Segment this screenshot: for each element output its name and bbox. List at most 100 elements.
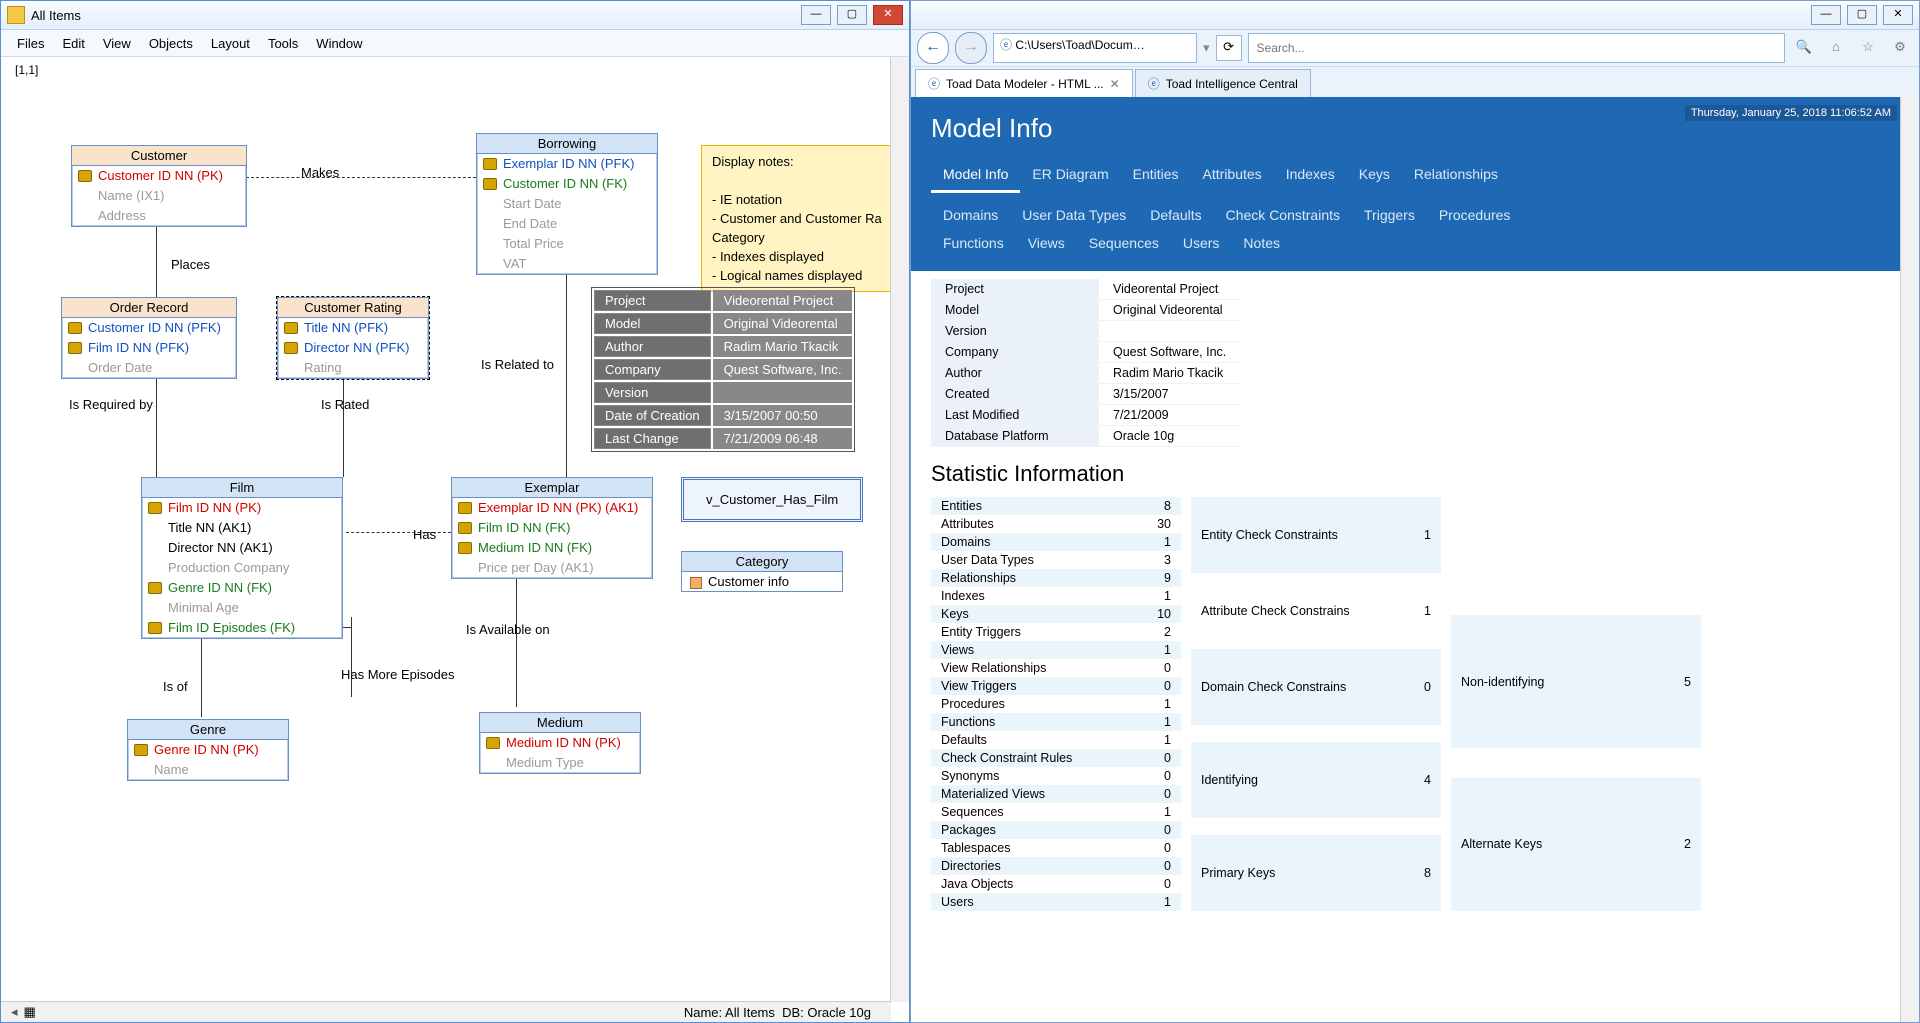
- vertical-scrollbar[interactable]: [890, 57, 909, 1002]
- rel-avail: Is Available on: [466, 622, 550, 637]
- entity-attr: Minimal Age: [142, 598, 342, 618]
- maximize-button[interactable]: ▢: [1847, 5, 1877, 25]
- entity-attr: Customer ID NN (PK): [72, 166, 246, 186]
- back-button[interactable]: ←: [917, 32, 949, 64]
- vertical-scrollbar[interactable]: [1900, 97, 1919, 1022]
- nav-tab[interactable]: Procedures: [1427, 201, 1523, 229]
- menu-files[interactable]: Files: [9, 33, 52, 54]
- entity-title: Customer: [72, 146, 246, 166]
- entity-attr: Director NN (PFK): [278, 338, 428, 358]
- horizontal-scrollbar[interactable]: ◂ ▦ Name: All Items DB: Oracle 10g: [1, 1001, 891, 1022]
- entity-genre[interactable]: GenreGenre ID NN (PK)Name: [127, 719, 289, 781]
- nav-tab[interactable]: Keys: [1347, 158, 1402, 193]
- nav-tab[interactable]: User Data Types: [1010, 201, 1138, 229]
- rel-required: Is Required by: [69, 397, 153, 412]
- close-tab-icon[interactable]: ✕: [1110, 77, 1120, 91]
- nav-tab[interactable]: Views: [1016, 229, 1077, 257]
- entity-attr: Total Price: [477, 234, 657, 254]
- nav-tab[interactable]: Functions: [931, 229, 1016, 257]
- nav-tab[interactable]: Relationships: [1402, 158, 1510, 193]
- window-title: All Items: [31, 8, 801, 23]
- menu-edit[interactable]: Edit: [54, 33, 92, 54]
- entity-attr: Genre ID NN (FK): [142, 578, 342, 598]
- entity-film[interactable]: FilmFilm ID NN (PK)Title NN (AK1)Directo…: [141, 477, 343, 639]
- close-button[interactable]: ✕: [873, 5, 903, 25]
- stats-col-c: Non-identifying5Alternate Keys2: [1451, 497, 1701, 911]
- entity-attr: Film ID Episodes (FK): [142, 618, 342, 638]
- page-hero: Thursday, January 25, 2018 11:06:52 AM M…: [911, 97, 1919, 271]
- title-bar[interactable]: All Items — ▢ ✕: [1, 1, 909, 30]
- search-go-button[interactable]: 🔍: [1791, 35, 1817, 61]
- menu-tools[interactable]: Tools: [260, 33, 306, 54]
- close-button[interactable]: ✕: [1883, 5, 1913, 25]
- nav-tab[interactable]: Users: [1171, 229, 1232, 257]
- entity-attr: Customer ID NN (PFK): [62, 318, 236, 338]
- settings-icon[interactable]: ⚙: [1887, 35, 1913, 61]
- entity-attr: Genre ID NN (PK): [128, 740, 288, 760]
- nav-tab[interactable]: Triggers: [1352, 201, 1427, 229]
- menu-layout[interactable]: Layout: [203, 33, 258, 54]
- nav-tab[interactable]: Attributes: [1191, 158, 1274, 193]
- minimize-button[interactable]: —: [801, 5, 831, 25]
- entity-attr: Exemplar ID NN (PK) (AK1): [452, 498, 652, 518]
- refresh-button[interactable]: ⟳: [1216, 35, 1242, 61]
- address-bar[interactable]: ⓔ C:\Users\Toad\Docum…: [993, 33, 1197, 63]
- entity-attr: Start Date: [477, 194, 657, 214]
- timestamp: Thursday, January 25, 2018 11:06:52 AM: [1685, 105, 1897, 121]
- browser-content: Thursday, January 25, 2018 11:06:52 AM M…: [911, 97, 1919, 1022]
- entity-customer[interactable]: CustomerCustomer ID NN (PK)Name (IX1)Add…: [71, 145, 247, 227]
- maximize-button[interactable]: ▢: [837, 5, 867, 25]
- diagram-canvas[interactable]: [1,1] Makes Places Is Required by Is Rat…: [1, 57, 909, 1022]
- entity-attr: Film ID NN (FK): [452, 518, 652, 538]
- nav-tab[interactable]: Sequences: [1077, 229, 1171, 257]
- nav-tab[interactable]: Model Info: [931, 158, 1020, 193]
- browser-title-bar[interactable]: — ▢ ✕: [911, 1, 1919, 30]
- favorites-icon[interactable]: ☆: [1855, 35, 1881, 61]
- browser-tab[interactable]: ⓔToad Data Modeler - HTML ...✕: [915, 69, 1133, 97]
- entity-medium[interactable]: MediumMedium ID NN (PK)Medium Type: [479, 712, 641, 774]
- menu-window[interactable]: Window: [308, 33, 370, 54]
- menu-view[interactable]: View: [95, 33, 139, 54]
- entity-borrowing[interactable]: BorrowingExemplar ID NN (PFK)Customer ID…: [476, 133, 658, 275]
- rel-isof: Is of: [163, 679, 188, 694]
- view-customer-has-film[interactable]: v_Customer_Has_Film: [681, 477, 863, 522]
- status-name: Name: All Items: [684, 1005, 775, 1020]
- entity-attr: Medium ID NN (PK): [480, 733, 640, 753]
- minimize-button[interactable]: —: [1811, 5, 1841, 25]
- entity-attr: Film ID NN (PK): [142, 498, 342, 518]
- browser-window: — ▢ ✕ ← → ⓔ C:\Users\Toad\Docum… ▾ ⟳ 🔍 ⌂…: [910, 0, 1920, 1023]
- entity-attr: Film ID NN (PFK): [62, 338, 236, 358]
- entity-title: Borrowing: [477, 134, 657, 154]
- rel-hme-line2: [351, 617, 352, 697]
- nav-tab[interactable]: ER Diagram: [1020, 158, 1120, 193]
- entity-attr: Production Company: [142, 558, 342, 578]
- category-box[interactable]: Category Customer info: [681, 551, 843, 592]
- modeler-window: All Items — ▢ ✕ FilesEditViewObjectsLayo…: [0, 0, 910, 1023]
- nav-tab[interactable]: Indexes: [1274, 158, 1347, 193]
- display-notes[interactable]: Display notes:- IE notation- Customer an…: [701, 145, 893, 292]
- rel-related-line: [566, 257, 567, 477]
- rel-related: Is Related to: [481, 357, 554, 372]
- nav-tab[interactable]: Check Constraints: [1214, 201, 1352, 229]
- nav-tab[interactable]: Defaults: [1138, 201, 1213, 229]
- entity-customer-rating[interactable]: Customer RatingTitle NN (PFK)Director NN…: [277, 297, 429, 379]
- search-input[interactable]: [1248, 33, 1785, 63]
- home-icon[interactable]: ⌂: [1823, 35, 1849, 61]
- nav-tab[interactable]: Domains: [931, 201, 1010, 229]
- rel-rated: Is Rated: [321, 397, 369, 412]
- entity-attr: Name: [128, 760, 288, 780]
- nav-tab[interactable]: Notes: [1231, 229, 1292, 257]
- entity-attr: Address: [72, 206, 246, 226]
- rel-avail-line: [516, 577, 517, 707]
- browser-tab[interactable]: ⓔToad Intelligence Central: [1135, 69, 1311, 97]
- nav-tab[interactable]: Entities: [1121, 158, 1191, 193]
- coordinates: [1,1]: [15, 63, 38, 77]
- entity-attr: Medium ID NN (FK): [452, 538, 652, 558]
- entity-attr: Price per Day (AK1): [452, 558, 652, 578]
- rel-makes-line: [246, 177, 476, 178]
- entity-exemplar[interactable]: ExemplarExemplar ID NN (PK) (AK1)Film ID…: [451, 477, 653, 579]
- forward-button[interactable]: →: [955, 32, 987, 64]
- entity-attr: Medium Type: [480, 753, 640, 773]
- menu-objects[interactable]: Objects: [141, 33, 201, 54]
- entity-order-record[interactable]: Order RecordCustomer ID NN (PFK)Film ID …: [61, 297, 237, 379]
